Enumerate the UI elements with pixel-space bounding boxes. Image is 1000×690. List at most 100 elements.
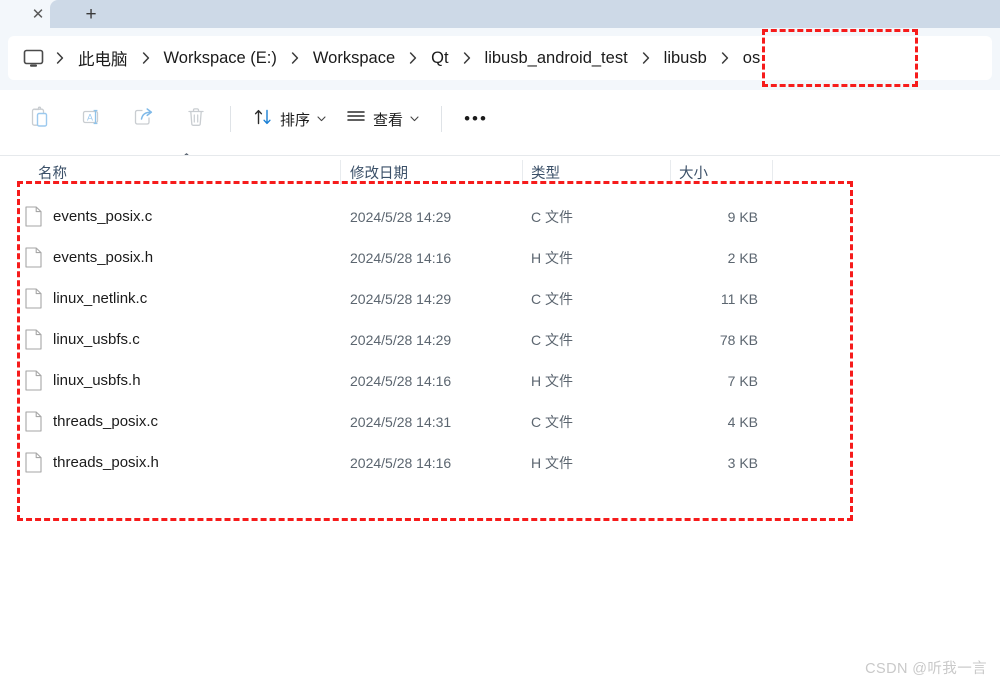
file-name-cell[interactable]: events_posix.c [25, 206, 152, 227]
table-row[interactable]: linux_usbfs.c 2024/5/28 14:29 C 文件 78 KB [0, 319, 1000, 360]
breadcrumb-separator [715, 52, 735, 64]
file-date-cell: 2024/5/28 14:16 [350, 372, 452, 389]
address-bar[interactable]: 此电脑 Workspace (E:) Workspace Qt libusb_a… [8, 36, 992, 80]
column-header-date-modified[interactable]: 修改日期 [350, 156, 408, 189]
document-icon [25, 411, 42, 432]
breadcrumb-separator [403, 52, 423, 64]
column-header-name[interactable]: 名称 [38, 156, 67, 189]
file-name-cell[interactable]: linux_usbfs.c [25, 329, 140, 350]
share-icon [133, 106, 155, 133]
file-type-cell: H 文件 [531, 454, 573, 471]
file-name-label: threads_posix.h [53, 454, 159, 471]
file-name-label: linux_usbfs.h [53, 372, 141, 389]
file-name-cell[interactable]: linux_usbfs.h [25, 370, 141, 391]
table-row[interactable]: threads_posix.h 2024/5/28 14:16 H 文件 3 K… [0, 442, 1000, 483]
file-name-cell[interactable]: linux_netlink.c [25, 288, 147, 309]
column-header-size[interactable]: 大小 [679, 156, 708, 189]
tab-strip: ✕ + [0, 0, 1000, 28]
file-list: events_posix.c 2024/5/28 14:29 C 文件 9 KB… [0, 190, 1000, 480]
sort-label: 排序 [280, 111, 311, 129]
breadcrumb-separator [285, 52, 305, 64]
sort-menu-button[interactable]: 排序 [243, 101, 336, 137]
chevron-down-icon [410, 116, 419, 122]
table-row[interactable]: events_posix.h 2024/5/28 14:16 H 文件 2 KB [0, 237, 1000, 278]
file-date-cell: 2024/5/28 14:16 [350, 454, 452, 471]
file-type-cell: C 文件 [531, 290, 573, 307]
document-icon [25, 288, 42, 309]
file-name-cell[interactable]: threads_posix.h [25, 452, 159, 473]
clipboard-paste-icon [30, 106, 50, 133]
column-divider[interactable] [670, 160, 671, 185]
document-icon [25, 370, 42, 391]
file-date-cell: 2024/5/28 14:29 [350, 331, 452, 348]
file-size-cell: 7 KB [727, 372, 758, 389]
breadcrumb-os[interactable]: os [735, 46, 768, 71]
file-size-cell: 3 KB [727, 454, 758, 471]
table-row[interactable]: threads_posix.c 2024/5/28 14:31 C 文件 4 K… [0, 401, 1000, 442]
rename-icon: A [81, 106, 103, 133]
table-row[interactable]: linux_usbfs.h 2024/5/28 14:16 H 文件 7 KB [0, 360, 1000, 401]
column-divider[interactable] [340, 160, 341, 185]
toolbar-divider [230, 106, 231, 132]
file-name-label: linux_netlink.c [53, 290, 148, 307]
delete-button[interactable] [174, 101, 218, 137]
file-size-cell: 2 KB [727, 249, 758, 266]
monitor-icon [18, 43, 48, 73]
document-icon [25, 329, 42, 350]
table-row[interactable]: events_posix.c 2024/5/28 14:29 C 文件 9 KB [0, 196, 1000, 237]
breadcrumb-qt[interactable]: Qt [423, 46, 456, 71]
file-name-label: linux_usbfs.c [53, 331, 140, 348]
file-date-cell: 2024/5/28 14:29 [350, 208, 452, 225]
breadcrumb-workspace-drive[interactable]: Workspace (E:) [156, 46, 285, 71]
file-size-cell: 9 KB [727, 208, 758, 225]
file-date-cell: 2024/5/28 14:16 [350, 249, 452, 266]
sort-icon [253, 107, 273, 132]
file-size-cell: 4 KB [727, 413, 758, 430]
breadcrumb-libusb[interactable]: libusb [656, 46, 715, 71]
toolbar-divider [441, 106, 443, 132]
breadcrumb-libusb-android-test[interactable]: libusb_android_test [477, 46, 636, 71]
breadcrumb-separator [50, 52, 70, 64]
breadcrumb-this-pc[interactable]: 此电脑 [70, 43, 136, 73]
close-icon[interactable]: ✕ [26, 3, 50, 25]
chevron-down-icon [317, 116, 326, 122]
breadcrumb-separator [136, 52, 156, 64]
file-type-cell: C 文件 [531, 208, 573, 225]
file-name-cell[interactable]: events_posix.h [25, 247, 153, 268]
file-date-cell: 2024/5/28 14:31 [350, 413, 452, 430]
file-size-cell: 78 KB [719, 331, 758, 348]
breadcrumb-separator [457, 52, 477, 64]
document-icon [25, 247, 42, 268]
watermark: CSDN @听我一言 [865, 661, 987, 677]
new-tab-icon[interactable]: + [78, 2, 104, 26]
file-name-label: events_posix.c [53, 208, 153, 225]
more-options-button[interactable]: ••• [454, 101, 498, 137]
svg-text:A: A [87, 112, 93, 122]
paste-button[interactable] [18, 101, 62, 137]
file-name-label: threads_posix.c [53, 413, 159, 430]
file-type-cell: C 文件 [531, 331, 573, 348]
column-divider[interactable] [522, 160, 523, 185]
rename-button[interactable]: A [70, 101, 114, 137]
tab-active[interactable] [50, 0, 1000, 28]
document-icon [25, 206, 42, 227]
file-date-cell: 2024/5/28 14:29 [350, 290, 452, 307]
file-size-cell: 11 KB [720, 290, 758, 307]
column-header-row: 名称 修改日期 类型 大小 [0, 155, 1000, 189]
column-header-type[interactable]: 类型 [531, 156, 560, 189]
table-row[interactable]: linux_netlink.c 2024/5/28 14:29 C 文件 11 … [0, 278, 1000, 319]
document-icon [25, 452, 42, 473]
view-label: 查看 [373, 111, 404, 129]
view-list-icon [346, 109, 366, 130]
column-divider[interactable] [772, 160, 773, 185]
breadcrumb-workspace[interactable]: Workspace [305, 46, 403, 71]
file-type-cell: H 文件 [531, 372, 573, 389]
breadcrumb-separator [636, 52, 656, 64]
file-type-cell: H 文件 [531, 249, 573, 266]
share-button[interactable] [122, 101, 166, 137]
file-name-label: events_posix.h [53, 249, 154, 266]
view-menu-button[interactable]: 查看 [336, 101, 429, 137]
file-name-cell[interactable]: threads_posix.c [25, 411, 158, 432]
trash-icon [186, 106, 206, 133]
file-type-cell: C 文件 [531, 413, 573, 430]
